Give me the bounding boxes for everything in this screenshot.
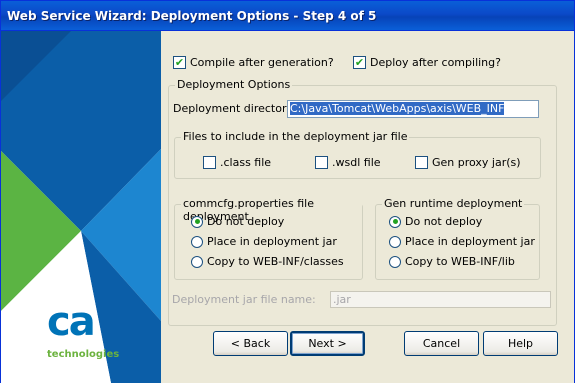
runtime-option-label: Do not deploy	[405, 215, 483, 228]
commcfg-place-in-jar-radio[interactable]: Place in deployment jar	[191, 235, 337, 248]
jar-file-name-label: Deployment jar file name:	[172, 293, 316, 306]
compile-check-icon[interactable]: ✔	[173, 56, 186, 69]
class-file-checkbox[interactable]: .class file	[203, 156, 271, 169]
deployment-directory-value: C:\Java\Tomcat\WebApps\axis\WEB_INF	[290, 102, 505, 115]
gen-runtime-deployment-legend: Gen runtime deployment	[382, 197, 525, 210]
back-button[interactable]: < Back	[213, 331, 288, 356]
deployment-directory-input[interactable]: C:\Java\Tomcat\WebApps\axis\WEB_INF	[287, 100, 539, 118]
ca-logo-tagline: technologies	[47, 349, 120, 360]
files-include-legend: Files to include in the deployment jar f…	[181, 130, 410, 143]
commcfg-option-label: Place in deployment jar	[207, 235, 337, 248]
runtime-radio-selected-icon[interactable]	[389, 215, 401, 228]
wsdl-file-label: .wsdl file	[332, 156, 381, 169]
runtime-copy-to-lib-radio[interactable]: Copy to WEB-INF/lib	[389, 255, 515, 268]
wsdl-file-check-icon[interactable]	[315, 156, 328, 169]
window-title: Web Service Wizard: Deployment Options -…	[7, 9, 377, 23]
commcfg-radio-icon[interactable]	[191, 255, 203, 268]
runtime-option-label: Place in deployment jar	[405, 235, 535, 248]
deploy-label: Deploy after compiling?	[370, 56, 501, 69]
gen-proxy-jar-check-icon[interactable]	[415, 156, 428, 169]
runtime-radio-icon[interactable]	[389, 255, 401, 268]
commcfg-copy-to-classes-radio[interactable]: Copy to WEB-INF/classes	[191, 255, 344, 268]
deploy-check-icon[interactable]: ✔	[353, 56, 366, 69]
commcfg-option-label: Copy to WEB-INF/classes	[207, 255, 344, 268]
ca-logo-mark: ca	[47, 299, 96, 345]
wsdl-file-checkbox[interactable]: .wsdl file	[315, 156, 381, 169]
wizard-window: Web Service Wizard: Deployment Options -…	[0, 0, 575, 383]
commcfg-option-label: Do not deploy	[207, 215, 285, 228]
compile-checkbox[interactable]: ✔ Compile after generation?	[173, 56, 334, 69]
deployment-options-legend: Deployment Options	[175, 78, 293, 91]
ca-logo: ca technologies	[45, 299, 119, 365]
runtime-option-label: Copy to WEB-INF/lib	[405, 255, 515, 268]
gen-proxy-jar-label: Gen proxy jar(s)	[432, 156, 521, 169]
jar-file-name-placeholder: .jar	[333, 293, 351, 306]
gen-proxy-jar-checkbox[interactable]: Gen proxy jar(s)	[415, 156, 521, 169]
cancel-button[interactable]: Cancel	[404, 331, 479, 356]
compile-label: Compile after generation?	[190, 56, 334, 69]
commcfg-do-not-deploy-radio[interactable]: Do not deploy	[191, 215, 284, 228]
class-file-check-icon[interactable]	[203, 156, 216, 169]
commcfg-radio-icon[interactable]	[191, 235, 203, 248]
commcfg-radio-selected-icon[interactable]	[191, 215, 203, 228]
runtime-place-in-jar-radio[interactable]: Place in deployment jar	[389, 235, 535, 248]
deployment-directory-label: Deployment directory:	[173, 102, 296, 115]
title-bar[interactable]: Web Service Wizard: Deployment Options -…	[1, 1, 574, 31]
jar-file-name-input[interactable]: .jar	[330, 291, 551, 308]
help-button[interactable]: Help	[483, 331, 558, 356]
class-file-label: .class file	[220, 156, 272, 169]
deploy-checkbox[interactable]: ✔ Deploy after compiling?	[353, 56, 501, 69]
next-button[interactable]: Next >	[290, 331, 365, 356]
wizard-side-graphic: ca technologies	[1, 31, 161, 383]
wizard-content: ✔ Compile after generation? ✔ Deploy aft…	[161, 31, 574, 383]
runtime-radio-icon[interactable]	[389, 235, 401, 248]
runtime-do-not-deploy-radio[interactable]: Do not deploy	[389, 215, 482, 228]
